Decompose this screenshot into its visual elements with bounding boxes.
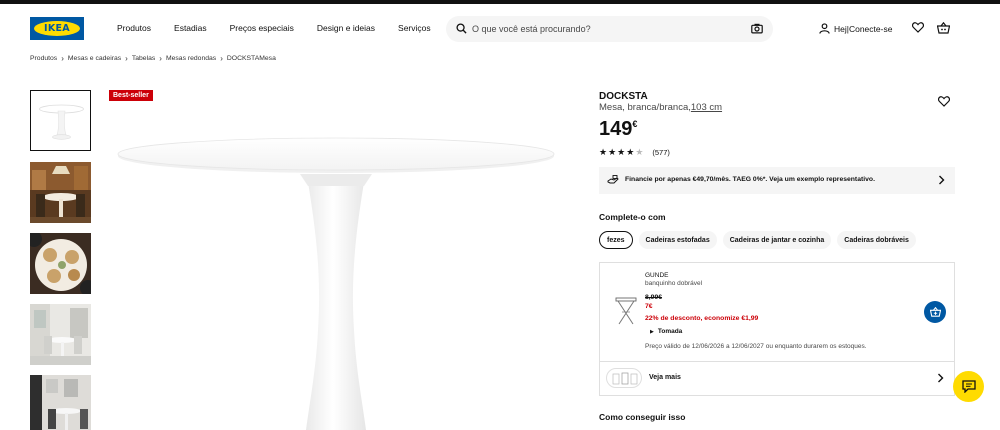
- rec-brand[interactable]: GUNDE: [645, 272, 668, 279]
- finance-text: Financie por apenas €49,70/mês. TAEG 0%*…: [625, 176, 875, 183]
- nav-item-servicos[interactable]: Serviços: [398, 23, 431, 33]
- chat-button[interactable]: [953, 371, 984, 402]
- triangle-right-icon: ▶: [650, 328, 654, 335]
- finance-icon: [607, 175, 619, 184]
- chevron-right-icon: [939, 175, 945, 185]
- thumbnail-3[interactable]: [30, 233, 91, 294]
- chat-icon: [961, 380, 976, 393]
- thumbnail-5[interactable]: [30, 375, 91, 430]
- breadcrumb-item[interactable]: Produtos: [30, 55, 57, 62]
- how-to-get-title: Como conseguir isso: [599, 412, 686, 422]
- nav-item-produtos[interactable]: Produtos: [117, 23, 151, 33]
- ikea-logo[interactable]: IKEA: [30, 17, 84, 40]
- star-filled-icon: ★: [626, 147, 635, 157]
- chip-cadeiras-estofadas[interactable]: Cadeiras estofadas: [638, 231, 717, 249]
- main-nav: Produtos Estadias Preços especiais Desig…: [117, 23, 454, 33]
- nav-item-precos-especiais[interactable]: Preços especiais: [230, 23, 294, 33]
- thumbnail-4[interactable]: [30, 304, 91, 365]
- thumbnail-2[interactable]: [30, 162, 91, 223]
- product-desc-text: Mesa, branca/branca,: [599, 102, 691, 113]
- see-more-link[interactable]: Veja mais: [649, 374, 681, 381]
- chip-fezes[interactable]: fezes: [599, 231, 633, 249]
- stool-image[interactable]: [614, 296, 638, 326]
- product-size-link[interactable]: 103 cm: [691, 102, 722, 113]
- bestseller-badge: Best-seller: [109, 90, 153, 101]
- logo-text: IKEA: [44, 23, 70, 34]
- price-value: 149: [599, 118, 633, 140]
- star-empty-icon: ★: [635, 147, 644, 157]
- search-icon: [456, 23, 467, 34]
- card-divider: [600, 361, 954, 362]
- basket-icon[interactable]: [937, 22, 950, 34]
- rec-description: banquinho dobrável: [645, 280, 703, 287]
- add-to-cart-icon: [929, 307, 941, 317]
- breadcrumb-current: DOCKSTAMesa: [226, 55, 276, 62]
- product-price: 149€: [599, 118, 637, 141]
- login-link[interactable]: Hej|Conecte-se: [834, 24, 892, 34]
- complete-chips: fezes Cadeiras estofadas Cadeiras de jan…: [599, 231, 922, 249]
- star-filled-icon: ★: [599, 147, 608, 157]
- search-placeholder: O que você está procurando?: [472, 24, 591, 34]
- chip-cadeiras-dobraveis[interactable]: Cadeiras dobráveis: [837, 231, 916, 249]
- rec-tomada-toggle[interactable]: ▶ Tomada: [650, 328, 682, 335]
- add-to-cart-button[interactable]: [924, 301, 946, 323]
- chevron-right-icon: ›: [220, 54, 223, 63]
- search-bar[interactable]: O que você está procurando?: [446, 16, 773, 42]
- finance-banner[interactable]: Financie por apenas €49,70/mês. TAEG 0%*…: [599, 167, 955, 194]
- user-icon[interactable]: [819, 23, 830, 34]
- rec-tomada-label: Tomada: [657, 328, 683, 335]
- product-image[interactable]: [110, 130, 560, 430]
- review-count: (577): [652, 148, 670, 157]
- heart-icon[interactable]: [912, 22, 924, 33]
- nav-item-estadias[interactable]: Estadias: [174, 23, 207, 33]
- rec-validity: Preço válido de 12/06/2026 a 12/06/2027 …: [645, 343, 867, 350]
- rec-discount: 22% de desconto, economize €1,99: [645, 315, 759, 322]
- breadcrumb: Produtos › Mesas e cadeiras › Tabelas › …: [30, 54, 276, 63]
- rec-old-price: 8,99€: [645, 294, 663, 301]
- breadcrumb-item[interactable]: Mesas e cadeiras: [68, 55, 121, 62]
- product-description: Mesa, branca/branca,103 cm: [599, 102, 722, 113]
- product-name: DOCKSTA: [599, 91, 648, 102]
- rating[interactable]: ★ ★ ★ ★ ★ (577): [599, 147, 670, 158]
- star-filled-icon: ★: [617, 147, 626, 157]
- chevron-right-icon[interactable]: [937, 373, 944, 383]
- site-header: IKEA Produtos Estadias Preços especiais …: [0, 4, 1000, 52]
- thumbnail-1[interactable]: [30, 90, 91, 151]
- breadcrumb-item[interactable]: Mesas redondas: [166, 55, 216, 62]
- camera-icon[interactable]: [751, 23, 763, 34]
- star-filled-icon: ★: [608, 147, 617, 157]
- chevron-right-icon: ›: [159, 54, 162, 63]
- favorite-heart-icon[interactable]: [938, 96, 950, 107]
- rec-new-price: 7€: [645, 303, 653, 310]
- breadcrumb-item[interactable]: Tabelas: [132, 55, 155, 62]
- chip-cadeiras-jantar-cozinha[interactable]: Cadeiras de jantar e cozinha: [722, 231, 832, 249]
- price-currency: €: [632, 119, 638, 129]
- nav-item-design-e-ideias[interactable]: Design e ideias: [317, 23, 375, 33]
- chevron-right-icon: ›: [61, 54, 64, 63]
- more-products-thumbnail[interactable]: [606, 368, 642, 388]
- recommendation-card: GUNDE banquinho dobrável 8,99€ 7€ 22% de…: [599, 262, 955, 396]
- complete-title: Complete-o com: [599, 212, 666, 222]
- chevron-right-icon: ›: [125, 54, 128, 63]
- logo-oval: IKEA: [34, 21, 80, 36]
